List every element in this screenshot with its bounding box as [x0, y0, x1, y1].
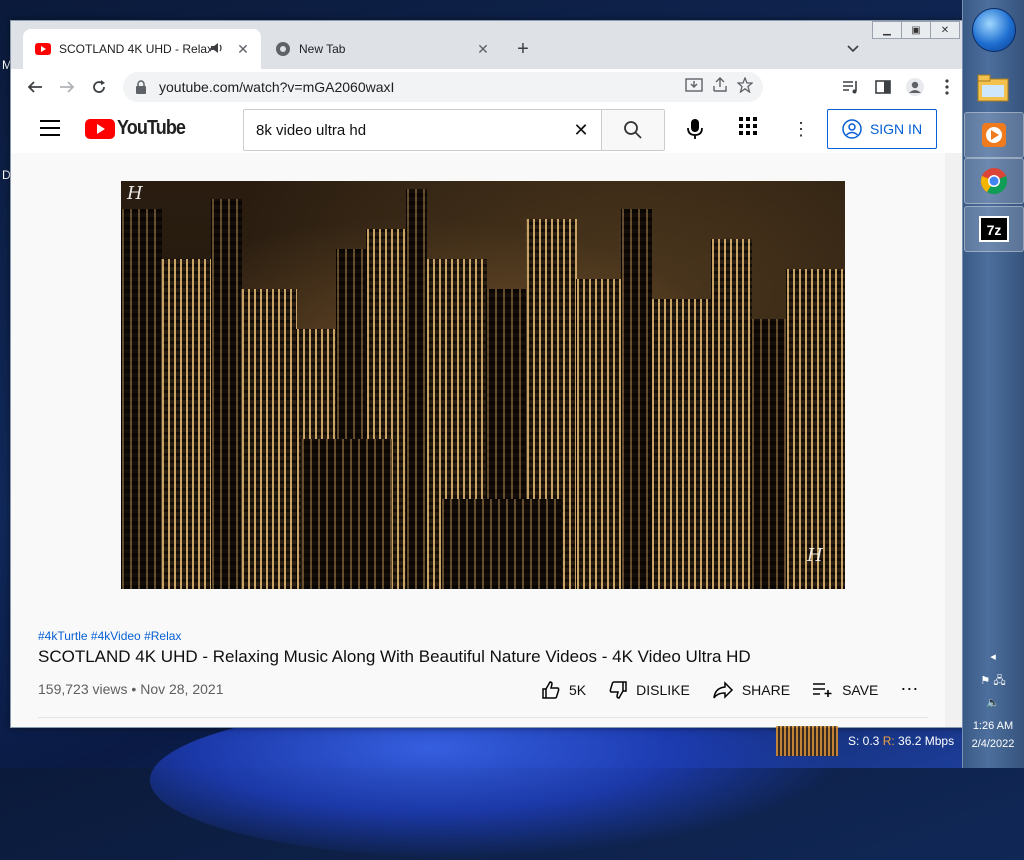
tab-title: SCOTLAND 4K UHD - Relaxin	[59, 42, 211, 56]
thumbs-down-icon	[609, 680, 627, 699]
sign-in-label: SIGN IN	[869, 121, 923, 137]
watch-page-content: H H #4kTurtle #4kVideo #Relax SCOTLAND 4…	[11, 153, 945, 727]
start-button[interactable]	[972, 8, 1016, 52]
save-label: SAVE	[842, 681, 879, 698]
new-tab-button[interactable]: +	[511, 37, 535, 61]
youtube-favicon-icon	[35, 41, 51, 57]
volume-icon[interactable]: 🔈	[964, 696, 1022, 709]
maximize-button[interactable]: ▣	[901, 21, 931, 39]
share-page-icon[interactable]	[711, 76, 729, 98]
tab-youtube[interactable]: SCOTLAND 4K UHD - Relaxin ✕	[23, 29, 261, 69]
hamburger-menu-icon[interactable]	[39, 119, 61, 137]
video-hashtags[interactable]: #4kTurtle #4kVideo #Relax	[38, 629, 181, 643]
thumbs-up-icon	[542, 680, 560, 699]
tab-title: New Tab	[299, 42, 346, 56]
clock-time[interactable]: 1:26 AM	[964, 720, 1022, 732]
account-circle-icon	[842, 119, 862, 139]
upload-date: Nov 28, 2021	[140, 681, 224, 697]
playlist-add-icon	[813, 682, 832, 697]
tab-strip: SCOTLAND 4K UHD - Relaxin ✕ New Tab ✕ + …	[11, 21, 963, 69]
window-controls: ▁ ▣ ✕	[872, 21, 960, 39]
share-button[interactable]: SHARE	[712, 680, 791, 699]
divider	[38, 717, 928, 718]
browser-toolbar: youtube.com/watch?v=mGA2060waxI	[11, 69, 963, 106]
search-input[interactable]	[244, 110, 561, 150]
tray-icons: ⚑ 🖧	[964, 672, 1022, 691]
reload-icon[interactable]	[87, 75, 111, 99]
apps-grid-icon[interactable]	[739, 117, 763, 141]
svg-text:7z: 7z	[987, 222, 1002, 238]
voice-search-button[interactable]	[679, 113, 711, 145]
clock-date[interactable]: 2/4/2022	[964, 738, 1022, 750]
search-box: ✕	[243, 109, 665, 151]
search-icon	[624, 121, 642, 139]
page-scrollbar[interactable]	[945, 153, 963, 727]
7zip-taskbar-icon[interactable]: 7z	[964, 206, 1024, 252]
tab-new-tab[interactable]: New Tab ✕	[263, 29, 501, 69]
youtube-logo[interactable]: YouTube	[85, 117, 193, 140]
dislike-label: DISLIKE	[636, 681, 690, 698]
save-button[interactable]: SAVE	[812, 682, 878, 698]
profile-avatar-icon[interactable]	[903, 75, 927, 99]
settings-more-icon[interactable]: ⋮	[789, 117, 813, 141]
action-center-flag-icon[interactable]: ⚑	[980, 675, 990, 687]
microphone-icon	[687, 119, 703, 139]
video-player[interactable]: H H	[121, 181, 845, 589]
search-button[interactable]	[601, 110, 664, 150]
view-count: 159,723 views	[38, 681, 128, 697]
youtube-play-icon	[85, 118, 115, 139]
network-icon[interactable]: 🖧	[993, 675, 1005, 687]
network-speed-readout: S: 0.3 R: 36.2 Mbps	[848, 734, 954, 748]
close-tab-icon[interactable]: ✕	[473, 39, 493, 59]
clear-search-icon[interactable]: ✕	[561, 110, 601, 150]
bookmark-star-icon[interactable]	[736, 75, 754, 98]
browser-window: SCOTLAND 4K UHD - Relaxin ✕ New Tab ✕ + …	[10, 20, 964, 728]
like-count: 5K	[569, 681, 587, 698]
video-actions: 5K DISLIKE SHARE SAVE ⋯	[541, 679, 940, 700]
back-arrow-icon[interactable]	[23, 75, 47, 99]
side-panel-icon[interactable]	[871, 75, 895, 99]
net-receive: 36.2 Mbps	[898, 734, 955, 748]
sign-in-button[interactable]: SIGN IN	[827, 109, 937, 149]
media-player-taskbar-icon[interactable]	[964, 112, 1024, 158]
like-button[interactable]: 5K	[541, 680, 586, 700]
net-send: S: 0.3	[848, 734, 880, 748]
download-icon[interactable]	[685, 77, 703, 98]
chrome-favicon-icon	[275, 41, 291, 57]
network-monitor-graph	[776, 726, 838, 756]
forward-arrow-icon[interactable]	[55, 75, 79, 99]
chrome-taskbar-icon[interactable]	[964, 158, 1024, 204]
more-actions-icon[interactable]: ⋯	[900, 679, 918, 700]
channel-watermark: H	[127, 183, 143, 204]
youtube-logo-text: YouTube	[117, 117, 186, 139]
explorer-taskbar-icon[interactable]	[964, 66, 1022, 110]
address-bar[interactable]: youtube.com/watch?v=mGA2060waxI	[123, 72, 763, 102]
close-tab-icon[interactable]: ✕	[233, 39, 253, 59]
video-meta: 159,723 views • Nov 28, 2021	[38, 681, 224, 697]
chevron-down-icon[interactable]	[843, 39, 863, 59]
close-window-button[interactable]: ✕	[930, 21, 960, 39]
channel-watermark: H	[807, 545, 823, 566]
video-title: SCOTLAND 4K UHD - Relaxing Music Along W…	[38, 647, 751, 666]
dislike-button[interactable]: DISLIKE	[608, 680, 690, 700]
lock-icon[interactable]	[135, 80, 151, 94]
media-control-icon[interactable]	[839, 75, 863, 99]
share-label: SHARE	[741, 681, 791, 698]
share-arrow-icon	[713, 680, 733, 699]
url-text: youtube.com/watch?v=mGA2060waxI	[159, 79, 395, 95]
speaker-icon[interactable]	[211, 42, 227, 57]
chrome-menu-icon[interactable]	[935, 75, 959, 99]
youtube-header: YouTube ✕ ⋮ SIGN IN	[11, 105, 963, 153]
minimize-button[interactable]: ▁	[872, 21, 902, 39]
tray-expand-icon[interactable]: ◂	[964, 650, 1022, 663]
net-receive-label: R:	[882, 734, 895, 748]
